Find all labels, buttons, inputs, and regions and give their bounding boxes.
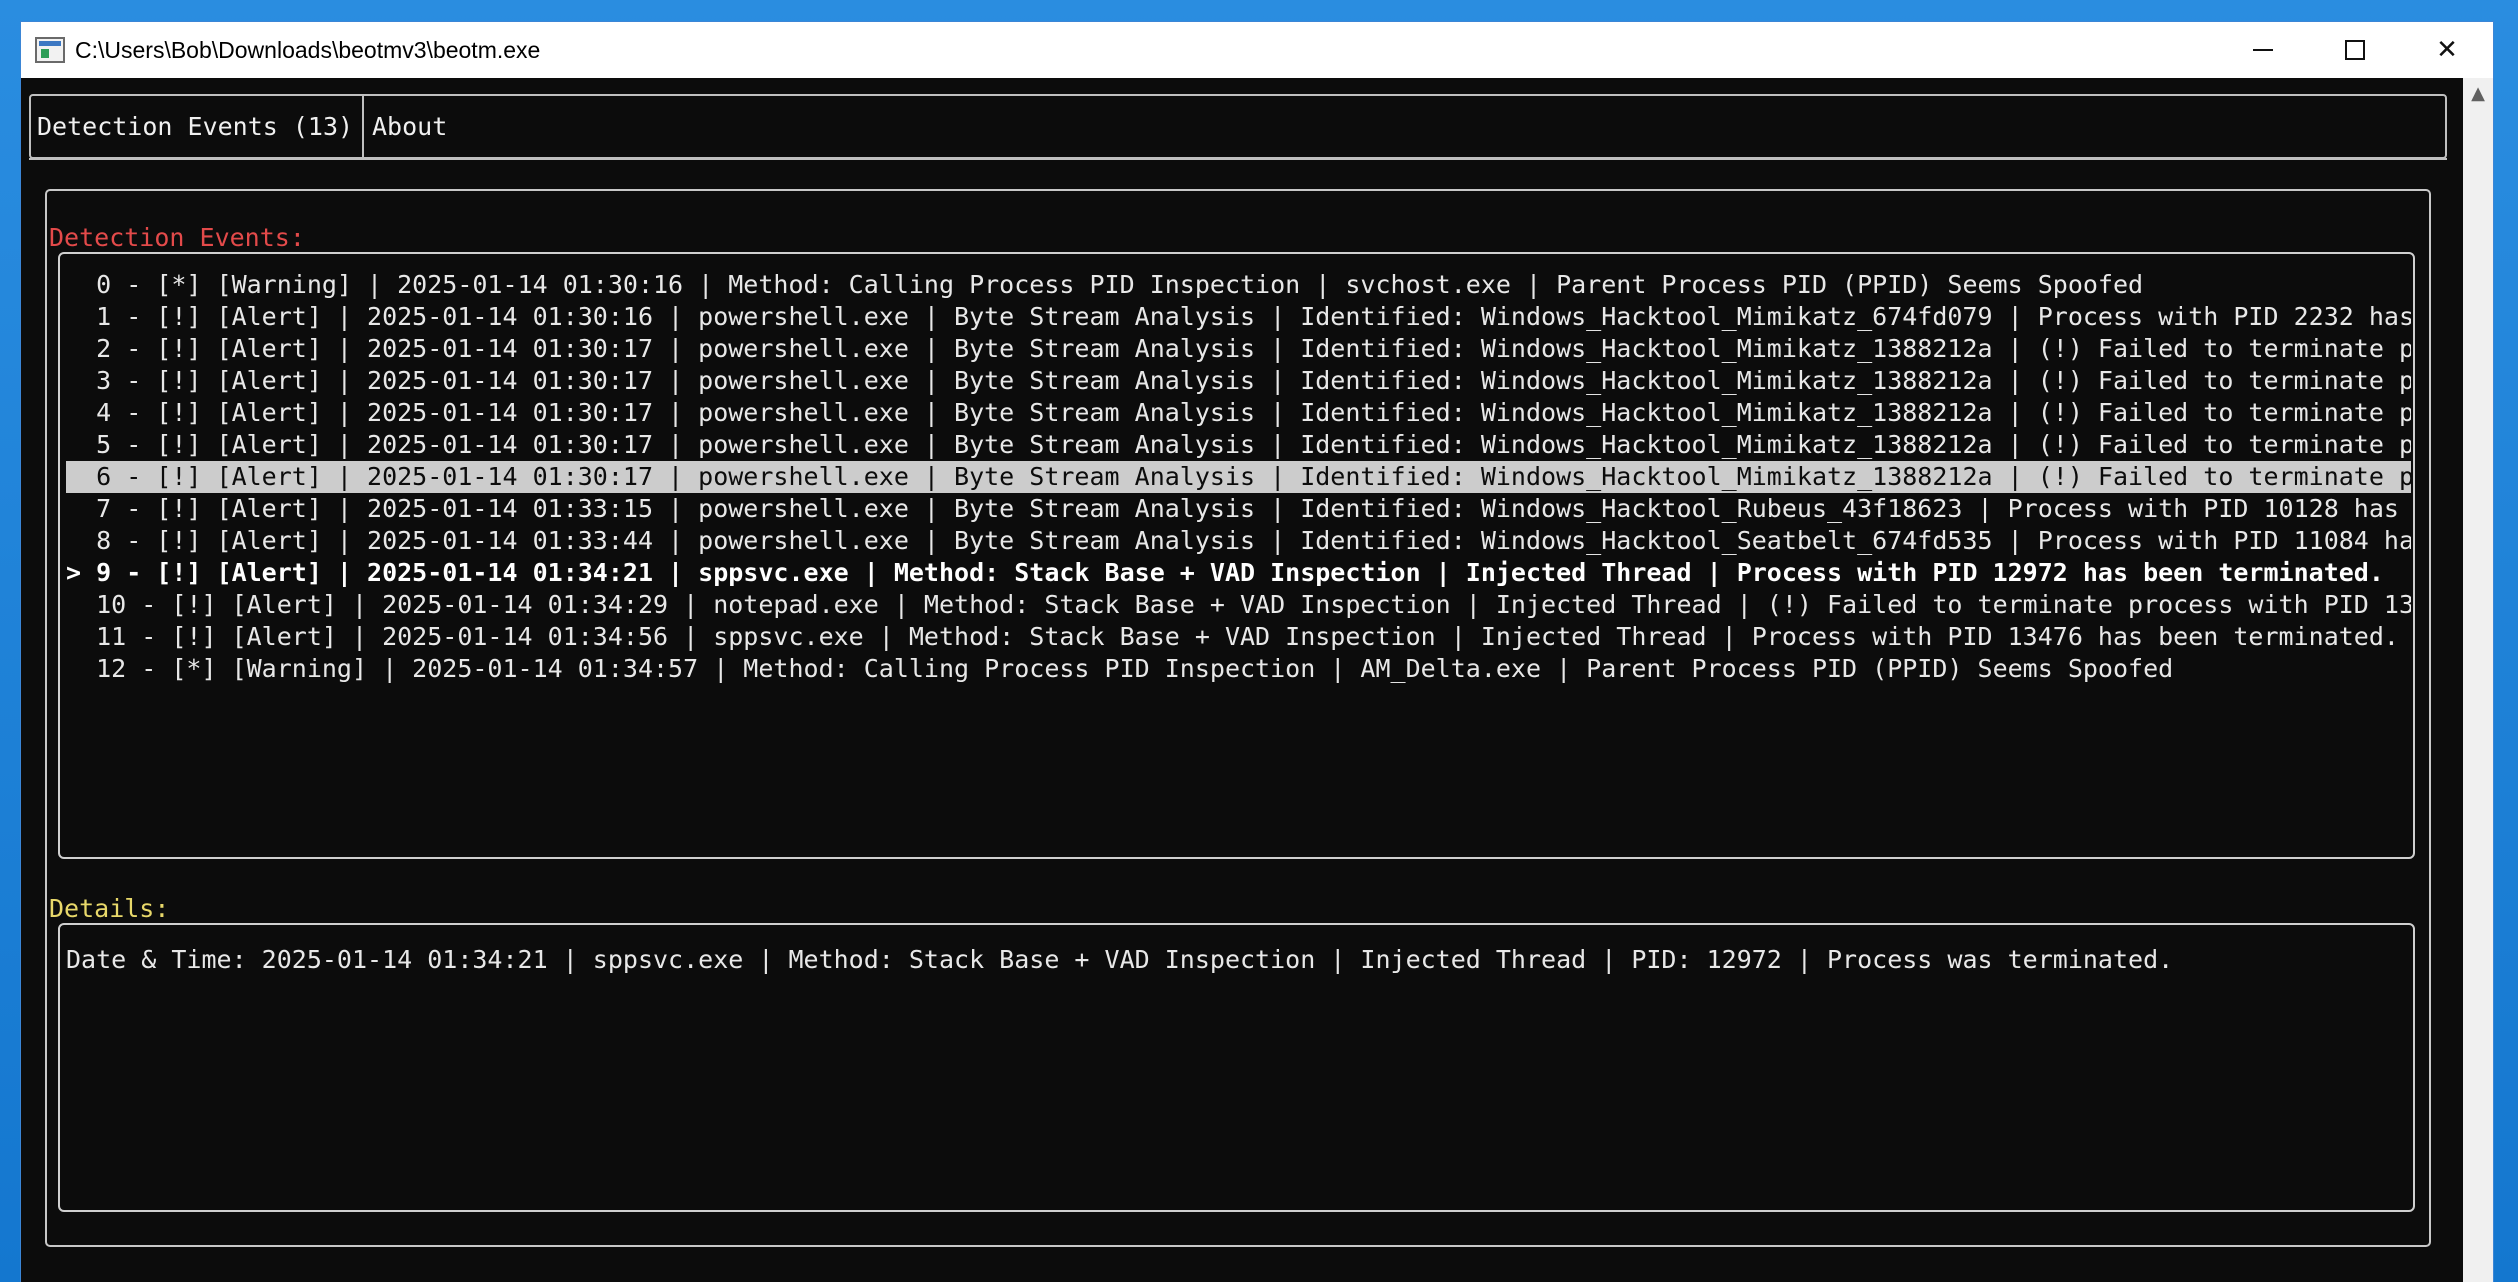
- list-item-selected[interactable]: > 9 - [!] [Alert] | 2025-01-14 01:34:21 …: [66, 557, 2411, 589]
- list-item-highlighted[interactable]: 6 - [!] [Alert] | 2025-01-14 01:30:17 | …: [66, 461, 2411, 493]
- vertical-scrollbar[interactable]: ▲: [2463, 78, 2493, 1282]
- list-item[interactable]: 12 - [*] [Warning] | 2025-01-14 01:34:57…: [66, 653, 2411, 685]
- details-heading: Details:: [49, 894, 170, 923]
- minimize-icon: [2253, 49, 2273, 51]
- list-item[interactable]: 2 - [!] [Alert] | 2025-01-14 01:30:17 | …: [66, 333, 2411, 365]
- minimize-button[interactable]: [2217, 22, 2309, 78]
- details-text: Date & Time: 2025-01-14 01:34:21 | sppsv…: [66, 945, 2174, 974]
- tab-bar-divider: [29, 158, 2447, 160]
- console-window: C:\Users\Bob\Downloads\beotmv3\beotm.exe…: [20, 21, 2494, 1282]
- list-item[interactable]: 7 - [!] [Alert] | 2025-01-14 01:33:15 | …: [66, 493, 2411, 525]
- maximize-icon: [2345, 40, 2365, 60]
- list-item[interactable]: 10 - [!] [Alert] | 2025-01-14 01:34:29 |…: [66, 589, 2411, 621]
- tab-bar: Detection Events (13) About: [29, 94, 2447, 159]
- list-item[interactable]: 4 - [!] [Alert] | 2025-01-14 01:30:17 | …: [66, 397, 2411, 429]
- tab-detection-events[interactable]: Detection Events (13): [31, 96, 364, 157]
- details-panel: Date & Time: 2025-01-14 01:34:21 | sppsv…: [58, 923, 2415, 1212]
- list-item[interactable]: 11 - [!] [Alert] | 2025-01-14 01:34:56 |…: [66, 621, 2411, 653]
- close-icon: ✕: [2436, 35, 2458, 65]
- tab-about[interactable]: About: [366, 96, 447, 157]
- window-title: C:\Users\Bob\Downloads\beotmv3\beotm.exe: [75, 36, 541, 63]
- detection-events-heading: Detection Events:: [49, 223, 305, 252]
- list-item[interactable]: 8 - [!] [Alert] | 2025-01-14 01:33:44 | …: [66, 525, 2411, 557]
- list-item[interactable]: 3 - [!] [Alert] | 2025-01-14 01:30:17 | …: [66, 365, 2411, 397]
- list-item[interactable]: 0 - [*] [Warning] | 2025-01-14 01:30:16 …: [66, 269, 2411, 301]
- title-bar[interactable]: C:\Users\Bob\Downloads\beotmv3\beotm.exe…: [21, 22, 2493, 78]
- maximize-button[interactable]: [2309, 22, 2401, 78]
- close-button[interactable]: ✕: [2401, 22, 2493, 78]
- list-item[interactable]: 5 - [!] [Alert] | 2025-01-14 01:30:17 | …: [66, 429, 2411, 461]
- console-app-icon: [35, 37, 65, 63]
- scroll-up-arrow-icon[interactable]: ▲: [2463, 78, 2493, 108]
- window-controls: ✕: [2217, 22, 2493, 78]
- detection-events-list[interactable]: 0 - [*] [Warning] | 2025-01-14 01:30:16 …: [58, 252, 2415, 859]
- console-client-area: Detection Events (13) About Detection Ev…: [21, 78, 2465, 1282]
- list-item[interactable]: 1 - [!] [Alert] | 2025-01-14 01:30:16 | …: [66, 301, 2411, 333]
